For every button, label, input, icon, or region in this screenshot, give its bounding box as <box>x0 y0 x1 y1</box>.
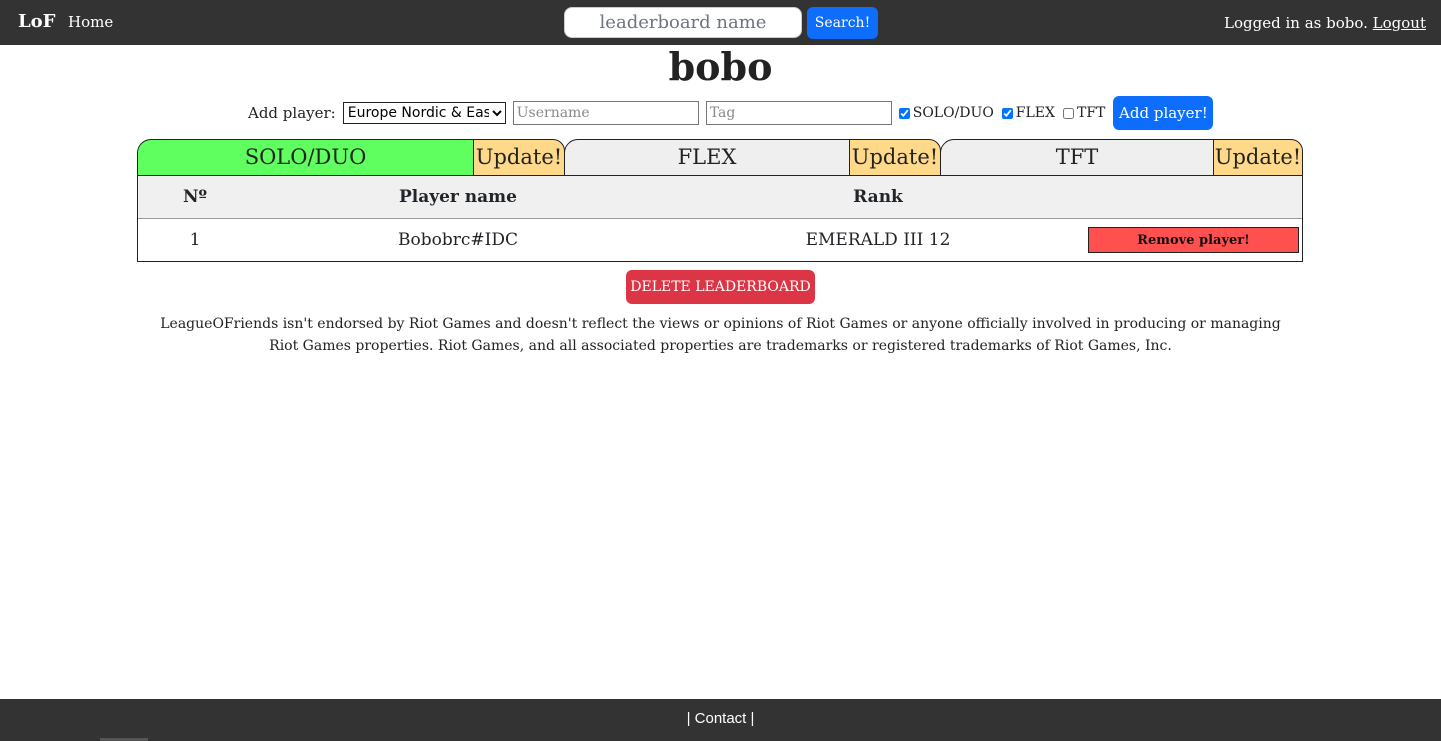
header-player-name: Player name <box>398 187 517 207</box>
riot-disclaimer: LeagueOFriends isn't endorsed by Riot Ga… <box>160 316 1281 354</box>
remove-player-button[interactable]: Remove player! <box>1088 227 1299 253</box>
header-rank: Rank <box>853 187 903 207</box>
row-number: 1 <box>189 230 201 250</box>
contact-link[interactable]: | Contact | <box>687 710 755 727</box>
row-player-name: Bobobrc#IDC <box>398 230 518 250</box>
soloduo-checkbox-label: SOLO/DUO <box>912 105 994 121</box>
table-header: Nº Player name Rank <box>138 176 1302 219</box>
tab-flex[interactable]: FLEX <box>564 139 850 176</box>
tab-tft[interactable]: TFT <box>940 139 1214 176</box>
home-link[interactable]: Home <box>68 13 113 31</box>
flex-checkbox-label: FLEX <box>1015 105 1055 121</box>
update-tft-button[interactable]: Update! <box>1213 139 1303 176</box>
tag-input[interactable] <box>705 101 892 125</box>
add-player-form: Add player: Europe Nordic & East SOLO/DU… <box>248 96 1214 130</box>
logout-link[interactable]: Logout <box>1373 14 1426 32</box>
update-soloduo-button[interactable]: Update! <box>473 139 565 176</box>
queue-checkbox-flex[interactable]: FLEX <box>1001 105 1055 121</box>
page-title: bobo <box>668 44 773 89</box>
delete-leaderboard-button[interactable]: DELETE LEADERBOARD <box>626 270 815 304</box>
search-button[interactable]: Search! <box>807 7 878 39</box>
soloduo-checkbox[interactable] <box>898 107 910 119</box>
add-player-button[interactable]: Add player! <box>1113 96 1214 130</box>
tft-checkbox[interactable] <box>1063 107 1074 119</box>
row-rank: EMERALD III 12 <box>805 230 951 250</box>
logged-in-text: Logged in as bobo. <box>1224 14 1368 32</box>
queue-tabs: SOLO/DUO Update! FLEX Update! TFT Update… <box>137 139 1303 176</box>
user-area: Logged in as bobo. Logout <box>1224 14 1426 32</box>
tft-checkbox-label: TFT <box>1077 105 1106 121</box>
update-flex-button[interactable]: Update! <box>849 139 941 176</box>
queue-checkbox-tft[interactable]: TFT <box>1063 105 1105 121</box>
flex-checkbox[interactable] <box>1001 107 1013 119</box>
leaderboard-search-input[interactable] <box>564 7 802 38</box>
queue-checkbox-soloduo[interactable]: SOLO/DUO <box>898 105 994 121</box>
tab-soloduo[interactable]: SOLO/DUO <box>137 139 474 176</box>
top-navbar: LoF Home Search! Logged in as bobo. Logo… <box>0 0 1441 45</box>
region-select[interactable]: Europe Nordic & East <box>342 102 506 124</box>
table-row: 1 Bobobrc#IDC EMERALD III 12 Remove play… <box>138 219 1302 261</box>
leaderboard-table: Nº Player name Rank 1 Bobobrc#IDC EMERAL… <box>137 175 1303 262</box>
add-player-label: Add player: <box>248 104 336 122</box>
username-input[interactable] <box>512 101 699 125</box>
header-number: Nº <box>182 187 208 207</box>
brand-link[interactable]: LoF <box>18 11 55 32</box>
page-footer: | Contact | <box>0 699 1441 741</box>
